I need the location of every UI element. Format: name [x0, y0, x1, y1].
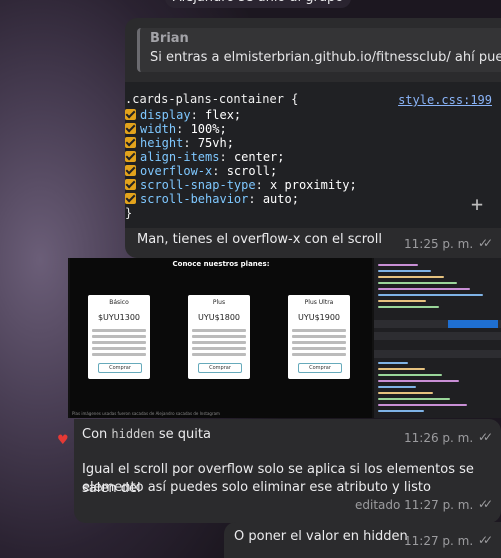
plan-price: $UYU1300	[97, 313, 141, 322]
plan-name: Plus Ultra	[304, 299, 334, 306]
edited-time: editado 11:27 p. m.	[355, 498, 474, 512]
property-name: scroll-snap-type	[140, 178, 256, 192]
code-property[interactable]: height: 75vh;	[125, 136, 234, 150]
devtools-line	[378, 300, 426, 302]
buy-button: Comprar	[98, 363, 142, 373]
property-name: scroll-behavior	[140, 192, 249, 206]
code-property[interactable]: overflow-x: scroll;	[125, 164, 277, 178]
property-name: height	[140, 136, 184, 150]
screenshot-image[interactable]: Conoce nuestros planes: Básico $UYU1300 Co…	[70, 258, 372, 418]
devtools-line	[378, 264, 418, 266]
devtools-filter	[374, 350, 501, 358]
code-property[interactable]: display: flex;	[125, 108, 241, 122]
devtools-line	[378, 288, 470, 290]
message-text: Man, tienes el overflow-x con el scroll	[137, 232, 382, 247]
devtools-line	[378, 410, 424, 412]
screenshot-title: Conoce nuestros planes:	[172, 260, 270, 268]
read-ticks-icon: ✓✓	[478, 236, 493, 250]
read-ticks-icon: ✓✓	[478, 533, 493, 547]
devtools-line	[378, 380, 459, 382]
code-property[interactable]: align-items: center;	[125, 150, 285, 164]
property-name: width	[140, 122, 177, 136]
code-closing: }	[125, 206, 133, 220]
devtools-line	[378, 374, 442, 376]
devtools-tabs	[374, 332, 501, 340]
property-value: x proximity;	[270, 178, 357, 192]
read-ticks-icon: ✓✓	[478, 430, 493, 444]
plan-card: Plus UYU$1800 Comprar	[188, 295, 250, 379]
property-value: scroll;	[226, 164, 278, 178]
message-time: 11:26 p. m.	[404, 431, 474, 445]
property-name: align-items	[140, 150, 220, 164]
devtools-line	[378, 294, 483, 296]
inline-code: hidden	[111, 427, 155, 441]
property-value: 100%;	[190, 122, 227, 136]
checkbox-icon[interactable]	[125, 123, 136, 134]
plan-card: Plus Ultra UYU$1900 Comprar	[288, 295, 350, 379]
devtools-line	[378, 306, 439, 308]
read-ticks-icon: ✓✓	[478, 497, 493, 511]
code-selector: .cards-plans-container {	[125, 92, 299, 106]
plan-price: UYU$1900	[297, 313, 341, 322]
source-link[interactable]: style.css:199	[398, 93, 492, 107]
reply-quote[interactable]: Brian Si entras a elmisterbrian.github.i…	[137, 28, 501, 72]
plan-features	[292, 329, 346, 359]
message-line-2: elemento así puedes solo eliminar ese at…	[82, 480, 431, 495]
devtools-line	[378, 270, 431, 272]
devtools-line	[378, 404, 467, 406]
code-property[interactable]: scroll-snap-type: x proximity;	[125, 178, 357, 192]
property-name: overflow-x	[140, 164, 213, 178]
plan-features	[92, 329, 146, 359]
devtools-line	[378, 398, 450, 400]
checkbox-icon[interactable]	[125, 179, 136, 190]
system-message: Alejandro se unió al grupo	[165, 0, 351, 8]
heart-icon: ♥	[57, 433, 69, 448]
devtools-line	[378, 368, 425, 370]
devtools-line	[378, 282, 457, 284]
plan-features	[192, 329, 246, 359]
property-value: auto;	[262, 192, 299, 206]
message-time: 11:27 p. m.	[404, 534, 474, 548]
checkbox-icon[interactable]	[125, 151, 136, 162]
code-property[interactable]: width: 100%;	[125, 122, 227, 136]
checkbox-icon[interactable]	[125, 193, 136, 204]
plan-name: Plus	[212, 299, 226, 306]
checkbox-icon[interactable]	[125, 137, 136, 148]
devtools-selection	[448, 320, 498, 328]
add-icon[interactable]: +	[471, 192, 483, 216]
screenshot-footer: Plas imágenes usadas fueron sacadas de A…	[72, 411, 220, 416]
code-snippet: .cards-plans-container { style.css:199 d…	[125, 82, 501, 228]
property-name: display	[140, 108, 191, 122]
message-text: O poner el valor en hidden	[234, 529, 408, 544]
devtools-panel	[374, 258, 501, 418]
property-value: 75vh;	[197, 136, 234, 150]
devtools-line	[378, 392, 433, 394]
reply-text: Si entras a elmisterbrian.github.io/fitn…	[150, 50, 501, 65]
checkbox-icon[interactable]	[125, 109, 136, 120]
buy-button: Comprar	[298, 363, 342, 373]
devtools-line	[378, 276, 444, 278]
property-value: center;	[233, 150, 285, 164]
buy-button: Comprar	[198, 363, 242, 373]
code-property[interactable]: scroll-behavior: auto;	[125, 192, 299, 206]
devtools-line	[378, 362, 408, 364]
checkbox-icon[interactable]	[125, 165, 136, 176]
message-text: Con hidden se quita	[82, 427, 211, 442]
devtools-line	[378, 386, 416, 388]
plan-card: Básico $UYU1300 Comprar	[88, 295, 150, 379]
property-value: flex;	[205, 108, 242, 122]
reply-author: Brian	[150, 31, 189, 46]
plan-name: Básico	[109, 299, 129, 306]
message-time: 11:25 p. m.	[404, 237, 474, 251]
plan-price: UYU$1800	[197, 313, 241, 322]
